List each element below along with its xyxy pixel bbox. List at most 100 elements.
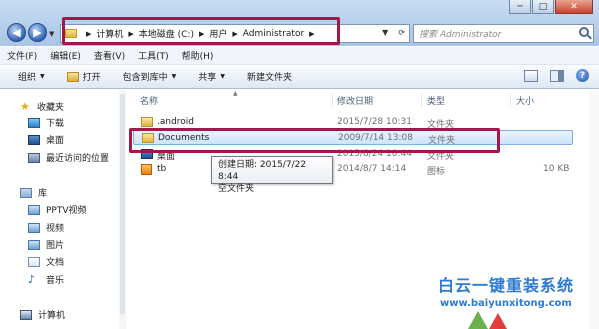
- organize-button[interactable]: 组织 ▼: [18, 70, 45, 83]
- nav-libraries[interactable]: 库: [20, 186, 47, 199]
- refresh-icon[interactable]: ⟳: [398, 28, 405, 37]
- column-header-size[interactable]: 大小: [516, 94, 534, 107]
- menu-tools[interactable]: 工具(T): [138, 49, 169, 62]
- open-button[interactable]: 打开: [66, 70, 101, 83]
- minimize-button[interactable]: ─: [509, 0, 531, 14]
- pptv-icon: [28, 204, 40, 215]
- music-icon: ♪: [28, 273, 36, 286]
- file-size: 10 KB: [543, 164, 570, 174]
- star-icon: ★: [20, 100, 30, 113]
- address-highlight-box: [62, 17, 340, 45]
- nav-videos[interactable]: 视频: [28, 221, 64, 234]
- open-label: 打开: [82, 73, 101, 83]
- close-button[interactable]: ✕: [555, 0, 593, 14]
- dropdown-arrow-icon: ▼: [220, 73, 225, 80]
- videos-icon: [28, 222, 40, 233]
- command-bar: 组织 ▼ 打开 包含到库中 ▼ 共享 ▼ 新建文件夹 ?: [0, 65, 599, 89]
- column-divider[interactable]: [332, 93, 333, 107]
- documents-highlight-box: [129, 128, 500, 153]
- maximize-button[interactable]: □: [532, 0, 554, 14]
- menu-bar: 文件(F) 编辑(E) 查看(V) 工具(T) 帮助(H): [0, 47, 599, 65]
- nav-label: PPTV视频: [46, 206, 87, 216]
- column-divider[interactable]: [421, 93, 422, 107]
- address-dropdown-icon[interactable]: ▼: [382, 28, 388, 37]
- pictures-icon: [28, 239, 40, 250]
- column-header-name[interactable]: 名称: [140, 94, 158, 107]
- dropdown-arrow-icon: ▼: [40, 73, 45, 80]
- nav-computer[interactable]: 计算机: [20, 308, 65, 321]
- organize-label: 组织: [18, 73, 37, 83]
- watermark-logo-icon: [468, 311, 488, 329]
- nav-desktop[interactable]: 桌面: [28, 133, 64, 146]
- nav-label: 文档: [46, 258, 65, 268]
- window-controls: ─ □ ✕: [509, 0, 593, 14]
- preview-pane-icon[interactable]: [550, 69, 564, 82]
- file-row[interactable]: tb 2014/8/7 14:14 图标 10 KB: [133, 162, 573, 177]
- computer-icon: [20, 309, 32, 320]
- file-modified: 2014/8/7 14:14: [337, 164, 407, 174]
- watermark-url: www.baiyunxitong.com: [440, 298, 572, 309]
- tooltip-description: 空文件夹: [218, 184, 255, 194]
- nav-label: 计算机: [38, 311, 66, 321]
- open-folder-icon: [66, 71, 79, 82]
- forward-button[interactable]: ▶: [28, 23, 47, 42]
- folder-icon: [141, 117, 153, 127]
- downloads-icon: [28, 117, 40, 128]
- search-icon: [579, 27, 589, 37]
- image-file-icon: [141, 164, 152, 175]
- nav-label: 图片: [46, 241, 65, 251]
- forward-arrow-icon: ▶: [33, 26, 42, 39]
- nav-downloads[interactable]: 下载: [28, 116, 64, 129]
- sort-arrow-icon: ▲: [233, 90, 238, 97]
- nav-label: 桌面: [46, 136, 65, 146]
- nav-label: 最近访问的位置: [46, 154, 110, 164]
- scrollbar-thumb[interactable]: [120, 94, 125, 314]
- recent-pages-dropdown[interactable]: ▼: [49, 30, 54, 38]
- file-tooltip: 创建日期: 2015/7/22 8:44 空文件夹: [211, 156, 333, 194]
- nav-recent-places[interactable]: 最近访问的位置: [28, 151, 109, 164]
- tooltip-created: 创建日期: 2015/7/22 8:44: [218, 160, 307, 182]
- nav-favorites[interactable]: ★ 收藏夹: [20, 100, 64, 113]
- nav-pictures[interactable]: 图片: [28, 238, 64, 251]
- watermark-logo-icon: [489, 313, 507, 329]
- menu-view[interactable]: 查看(V): [94, 49, 125, 62]
- search-placeholder: 搜索 Administrator: [419, 30, 502, 40]
- file-type: 图标: [427, 167, 446, 177]
- nav-label: 收藏夹: [37, 103, 65, 113]
- change-view-icon[interactable]: [524, 69, 538, 82]
- include-in-library-button[interactable]: 包含到库中 ▼: [123, 70, 177, 83]
- file-name: tb: [157, 164, 167, 174]
- nav-label: 库: [38, 189, 48, 199]
- back-arrow-icon: ◀: [12, 26, 21, 39]
- column-divider[interactable]: [510, 93, 511, 107]
- file-modified: 2015/7/28 10:31: [337, 117, 412, 127]
- file-list-scrollbar[interactable]: [589, 90, 599, 329]
- search-input[interactable]: 搜索 Administrator: [413, 24, 594, 43]
- navigation-pane: ★ 收藏夹 下载 桌面 最近访问的位置 库 PPTV视频 视频 图片 文档 ♪ …: [0, 90, 126, 329]
- nav-label: 视频: [46, 224, 65, 234]
- recent-places-icon: [28, 152, 40, 163]
- column-header-type[interactable]: 类型: [427, 94, 445, 107]
- column-header-modified[interactable]: 修改日期: [337, 94, 373, 107]
- desktop-icon: [28, 134, 40, 145]
- back-button[interactable]: ◀: [7, 23, 26, 42]
- menu-file[interactable]: 文件(F): [7, 49, 37, 62]
- nav-label: 下载: [46, 119, 65, 129]
- libraries-icon: [20, 187, 32, 198]
- help-icon[interactable]: ?: [576, 69, 589, 82]
- share-button[interactable]: 共享 ▼: [198, 70, 225, 83]
- documents-icon: [28, 256, 40, 267]
- nav-label: 音乐: [46, 276, 65, 286]
- share-label: 共享: [198, 73, 217, 83]
- nav-documents[interactable]: 文档: [28, 255, 64, 268]
- nav-scrollbar[interactable]: [119, 90, 126, 329]
- file-name: .android: [157, 117, 195, 127]
- dropdown-arrow-icon: ▼: [171, 73, 177, 80]
- new-folder-label: 新建文件夹: [246, 73, 292, 83]
- menu-help[interactable]: 帮助(H): [182, 49, 214, 62]
- menu-edit[interactable]: 编辑(E): [50, 49, 81, 62]
- nav-music[interactable]: ♪ 音乐: [28, 273, 64, 286]
- nav-pptv[interactable]: PPTV视频: [28, 203, 87, 216]
- new-folder-button[interactable]: 新建文件夹: [247, 70, 292, 83]
- watermark-title: 白云一键重装系统: [438, 276, 575, 295]
